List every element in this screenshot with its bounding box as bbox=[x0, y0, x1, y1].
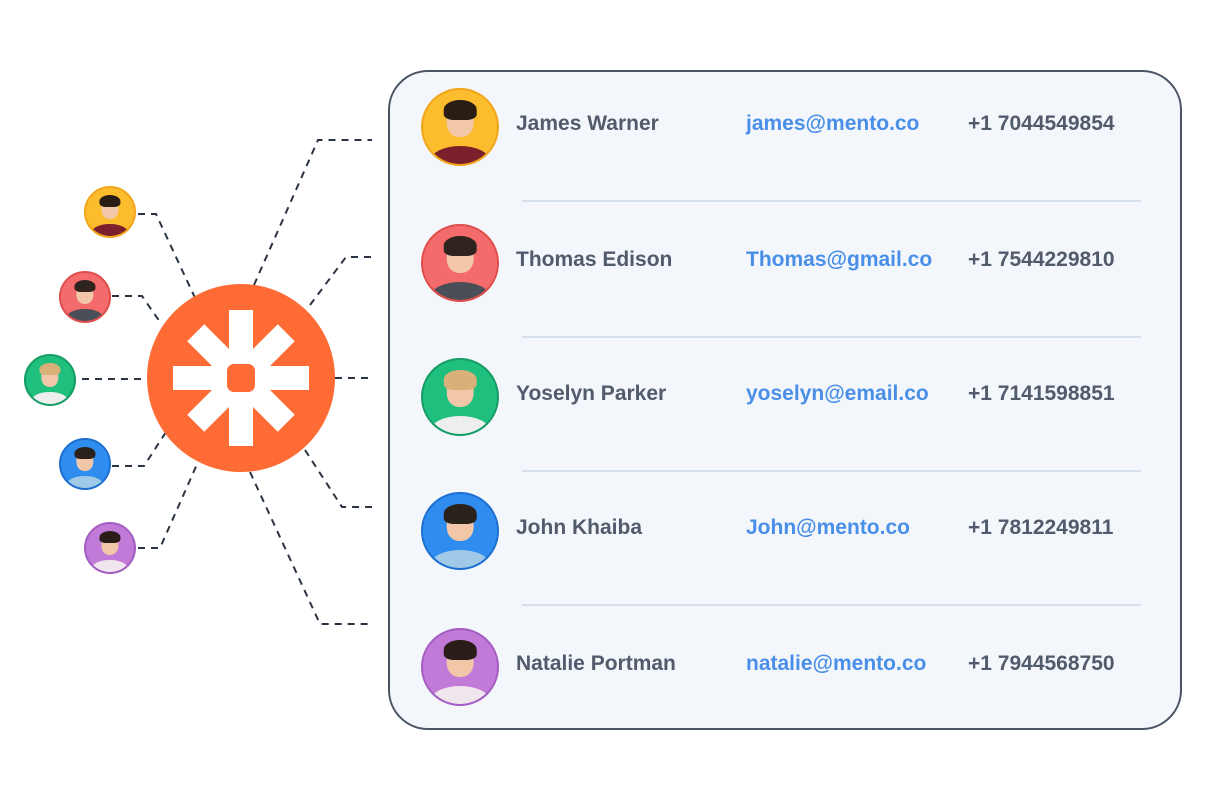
source-avatar bbox=[59, 271, 111, 323]
contact-phone: +1 7812249811 bbox=[968, 516, 1114, 539]
contact-email[interactable]: John@mento.co bbox=[746, 516, 910, 540]
shoulders-shape bbox=[431, 416, 489, 434]
source-avatar bbox=[24, 354, 76, 406]
connector-target-5 bbox=[249, 471, 372, 625]
contact-avatar bbox=[421, 224, 499, 302]
hair-shape bbox=[443, 640, 477, 660]
shoulders-shape bbox=[66, 309, 104, 321]
contact-avatar bbox=[421, 88, 499, 166]
shoulders-shape bbox=[91, 560, 129, 572]
contact-row[interactable]: James Warner james@mento.co +1 704454985… bbox=[390, 66, 1180, 202]
shoulders-shape bbox=[431, 686, 489, 704]
shoulders-shape bbox=[66, 476, 104, 488]
connector-target-1 bbox=[253, 139, 372, 286]
contact-avatar bbox=[421, 358, 499, 436]
contact-email[interactable]: Thomas@gmail.co bbox=[746, 248, 932, 272]
contact-email[interactable]: yoselyn@email.co bbox=[746, 382, 929, 406]
contact-name: John Khaiba bbox=[516, 516, 643, 539]
contact-row[interactable]: Natalie Portman natalie@mento.co +1 7944… bbox=[390, 606, 1180, 742]
contact-avatar bbox=[421, 628, 499, 706]
contact-list-card: James Warner james@mento.co +1 704454985… bbox=[388, 70, 1182, 730]
hair-shape bbox=[39, 362, 61, 376]
source-avatar bbox=[84, 186, 136, 238]
shoulders-shape bbox=[91, 224, 129, 236]
hair-shape bbox=[443, 100, 477, 120]
hair-shape bbox=[443, 236, 477, 256]
source-avatar bbox=[84, 522, 136, 574]
contact-phone: +1 7944568750 bbox=[968, 652, 1115, 675]
hair-shape bbox=[443, 370, 477, 390]
contact-email[interactable]: natalie@mento.co bbox=[746, 652, 926, 676]
contact-name: Yoselyn Parker bbox=[516, 382, 667, 405]
hair-shape bbox=[99, 530, 121, 544]
contact-row[interactable]: Thomas Edison Thomas@gmail.co +1 7544229… bbox=[390, 202, 1180, 338]
integration-hub bbox=[147, 284, 335, 472]
contact-name: Natalie Portman bbox=[516, 652, 676, 675]
connector-source-5 bbox=[138, 461, 199, 549]
hair-shape bbox=[74, 446, 96, 460]
contact-phone: +1 7544229810 bbox=[968, 248, 1115, 271]
contact-phone: +1 7044549854 bbox=[968, 112, 1115, 135]
contact-row[interactable]: John Khaiba John@mento.co +1 7812249811 bbox=[390, 470, 1180, 606]
contact-avatar bbox=[421, 492, 499, 570]
hair-shape bbox=[443, 504, 477, 524]
source-avatar bbox=[59, 438, 111, 490]
hair-shape bbox=[74, 279, 96, 293]
contact-row[interactable]: Yoselyn Parker yoselyn@email.co +1 71415… bbox=[390, 336, 1180, 472]
asterisk-logo-icon bbox=[173, 310, 309, 446]
contact-phone: +1 7141598851 bbox=[968, 382, 1115, 405]
shoulders-shape bbox=[431, 146, 489, 164]
contact-name: Thomas Edison bbox=[516, 248, 673, 271]
shoulders-shape bbox=[31, 392, 69, 404]
shoulders-shape bbox=[431, 550, 489, 568]
shoulders-shape bbox=[431, 282, 489, 300]
hair-shape bbox=[99, 194, 121, 208]
contact-name: James Warner bbox=[516, 112, 659, 135]
contact-email[interactable]: james@mento.co bbox=[746, 112, 919, 136]
